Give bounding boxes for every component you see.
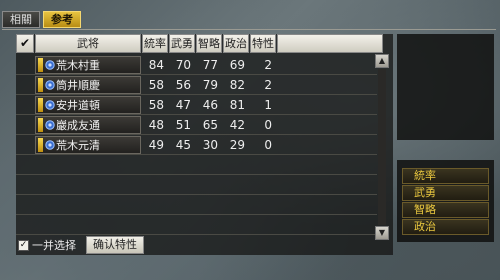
politics-value: 69 [229, 57, 245, 72]
check-icon: ✔ [20, 36, 31, 50]
column-header-valor[interactable]: 武勇 [169, 34, 195, 53]
selection-badge [38, 77, 43, 92]
traits-value: 2 [264, 57, 272, 72]
intellect-value: 65 [202, 117, 218, 132]
traits-value: 0 [264, 137, 272, 152]
valor-value: 45 [175, 137, 191, 152]
valor-value: 51 [175, 117, 191, 132]
selection-badge [38, 97, 43, 112]
column-header-general[interactable]: 武将 [35, 34, 141, 53]
politics-value: 81 [229, 97, 245, 112]
clan-crest-icon [44, 99, 55, 110]
general-name-cell[interactable]: 安井道頓 [35, 95, 141, 114]
scroll-down-button[interactable]: ▼ [375, 226, 389, 240]
bottom-controls: ✓ 一并选择 确认特性 [18, 236, 144, 254]
table-row[interactable]: 荒木元清 49 45 30 29 0 [16, 135, 377, 155]
general-name-cell[interactable]: 巖成友通 [35, 115, 141, 134]
valor-value: 56 [175, 77, 191, 92]
empty-row [16, 175, 377, 195]
select-all-checkbox[interactable]: ✓ 一并选择 [18, 236, 82, 254]
traits-value: 0 [264, 117, 272, 132]
politics-value: 42 [229, 117, 245, 132]
row-checkbox[interactable] [16, 55, 34, 75]
table-row[interactable]: 安井道頓 58 47 46 81 1 [16, 95, 377, 115]
select-all-label: 一并选择 [32, 239, 76, 252]
tab-bar: 相關 参考 [2, 0, 81, 30]
selection-badge [38, 57, 43, 72]
column-header-traits[interactable]: 特性 [250, 34, 276, 53]
clan-crest-icon [44, 79, 55, 90]
valor-value: 47 [175, 97, 191, 112]
general-list-panel: ✔ 武将 統率 武勇 智略 政治 特性 荒木村重 84 70 77 69 2 筒… [16, 34, 393, 255]
general-name: 荒木村重 [56, 58, 100, 72]
clan-crest-icon [44, 59, 55, 70]
leadership-value: 58 [148, 77, 164, 92]
column-header-blank [277, 34, 383, 53]
table-row[interactable]: 巖成友通 48 51 65 42 0 [16, 115, 377, 135]
side-info-panel [397, 34, 494, 140]
side-item-intellect[interactable]: 智略 [402, 202, 489, 218]
confirm-traits-button[interactable]: 确认特性 [86, 236, 144, 254]
intellect-value: 79 [202, 77, 218, 92]
list-scrollbar[interactable]: ▲ ▼ [375, 54, 389, 240]
general-name: 荒木元清 [56, 138, 100, 152]
general-name: 筒井順慶 [56, 78, 100, 92]
leadership-value: 48 [148, 117, 164, 132]
empty-row [16, 195, 377, 215]
side-item-leadership[interactable]: 統率 [402, 168, 489, 184]
general-name: 安井道頓 [56, 98, 100, 112]
checkbox-checked-icon: ✓ [18, 239, 29, 251]
row-checkbox[interactable] [16, 115, 34, 135]
leadership-value: 84 [148, 57, 164, 72]
general-name-cell[interactable]: 筒井順慶 [35, 75, 141, 94]
list-header: ✔ 武将 統率 武勇 智略 政治 特性 [16, 34, 383, 53]
selection-badge [38, 137, 43, 152]
clan-crest-icon [44, 139, 55, 150]
empty-row [16, 215, 377, 235]
scroll-track[interactable] [378, 69, 386, 225]
side-item-politics[interactable]: 政治 [402, 219, 489, 235]
general-name-cell[interactable]: 荒木元清 [35, 135, 141, 154]
empty-row [16, 155, 377, 175]
select-column-header[interactable]: ✔ [16, 34, 34, 53]
tab-divider [2, 29, 496, 30]
politics-value: 82 [229, 77, 245, 92]
politics-value: 29 [229, 137, 245, 152]
column-header-intellect[interactable]: 智略 [196, 34, 222, 53]
general-rows: 荒木村重 84 70 77 69 2 筒井順慶 58 56 79 82 2 安井… [16, 55, 377, 235]
leadership-value: 49 [148, 137, 164, 152]
scroll-up-button[interactable]: ▲ [375, 54, 389, 68]
table-row[interactable]: 筒井順慶 58 56 79 82 2 [16, 75, 377, 95]
selection-badge [38, 117, 43, 132]
column-header-leadership[interactable]: 統率 [142, 34, 168, 53]
clan-crest-icon [44, 119, 55, 130]
general-name-cell[interactable]: 荒木村重 [35, 55, 141, 74]
general-name: 巖成友通 [56, 118, 100, 132]
row-checkbox[interactable] [16, 75, 34, 95]
intellect-value: 77 [202, 57, 218, 72]
table-row[interactable]: 荒木村重 84 70 77 69 2 [16, 55, 377, 75]
side-item-valor[interactable]: 武勇 [402, 185, 489, 201]
intellect-value: 46 [202, 97, 218, 112]
row-checkbox[interactable] [16, 135, 34, 155]
column-header-politics[interactable]: 政治 [223, 34, 249, 53]
tab-related[interactable]: 相關 [2, 11, 40, 28]
tab-reference[interactable]: 参考 [43, 11, 81, 28]
traits-value: 1 [264, 97, 272, 112]
row-checkbox[interactable] [16, 95, 34, 115]
traits-value: 2 [264, 77, 272, 92]
intellect-value: 30 [202, 137, 218, 152]
valor-value: 70 [175, 57, 191, 72]
leadership-value: 58 [148, 97, 164, 112]
side-stat-menu: 統率 武勇 智略 政治 [397, 160, 494, 242]
